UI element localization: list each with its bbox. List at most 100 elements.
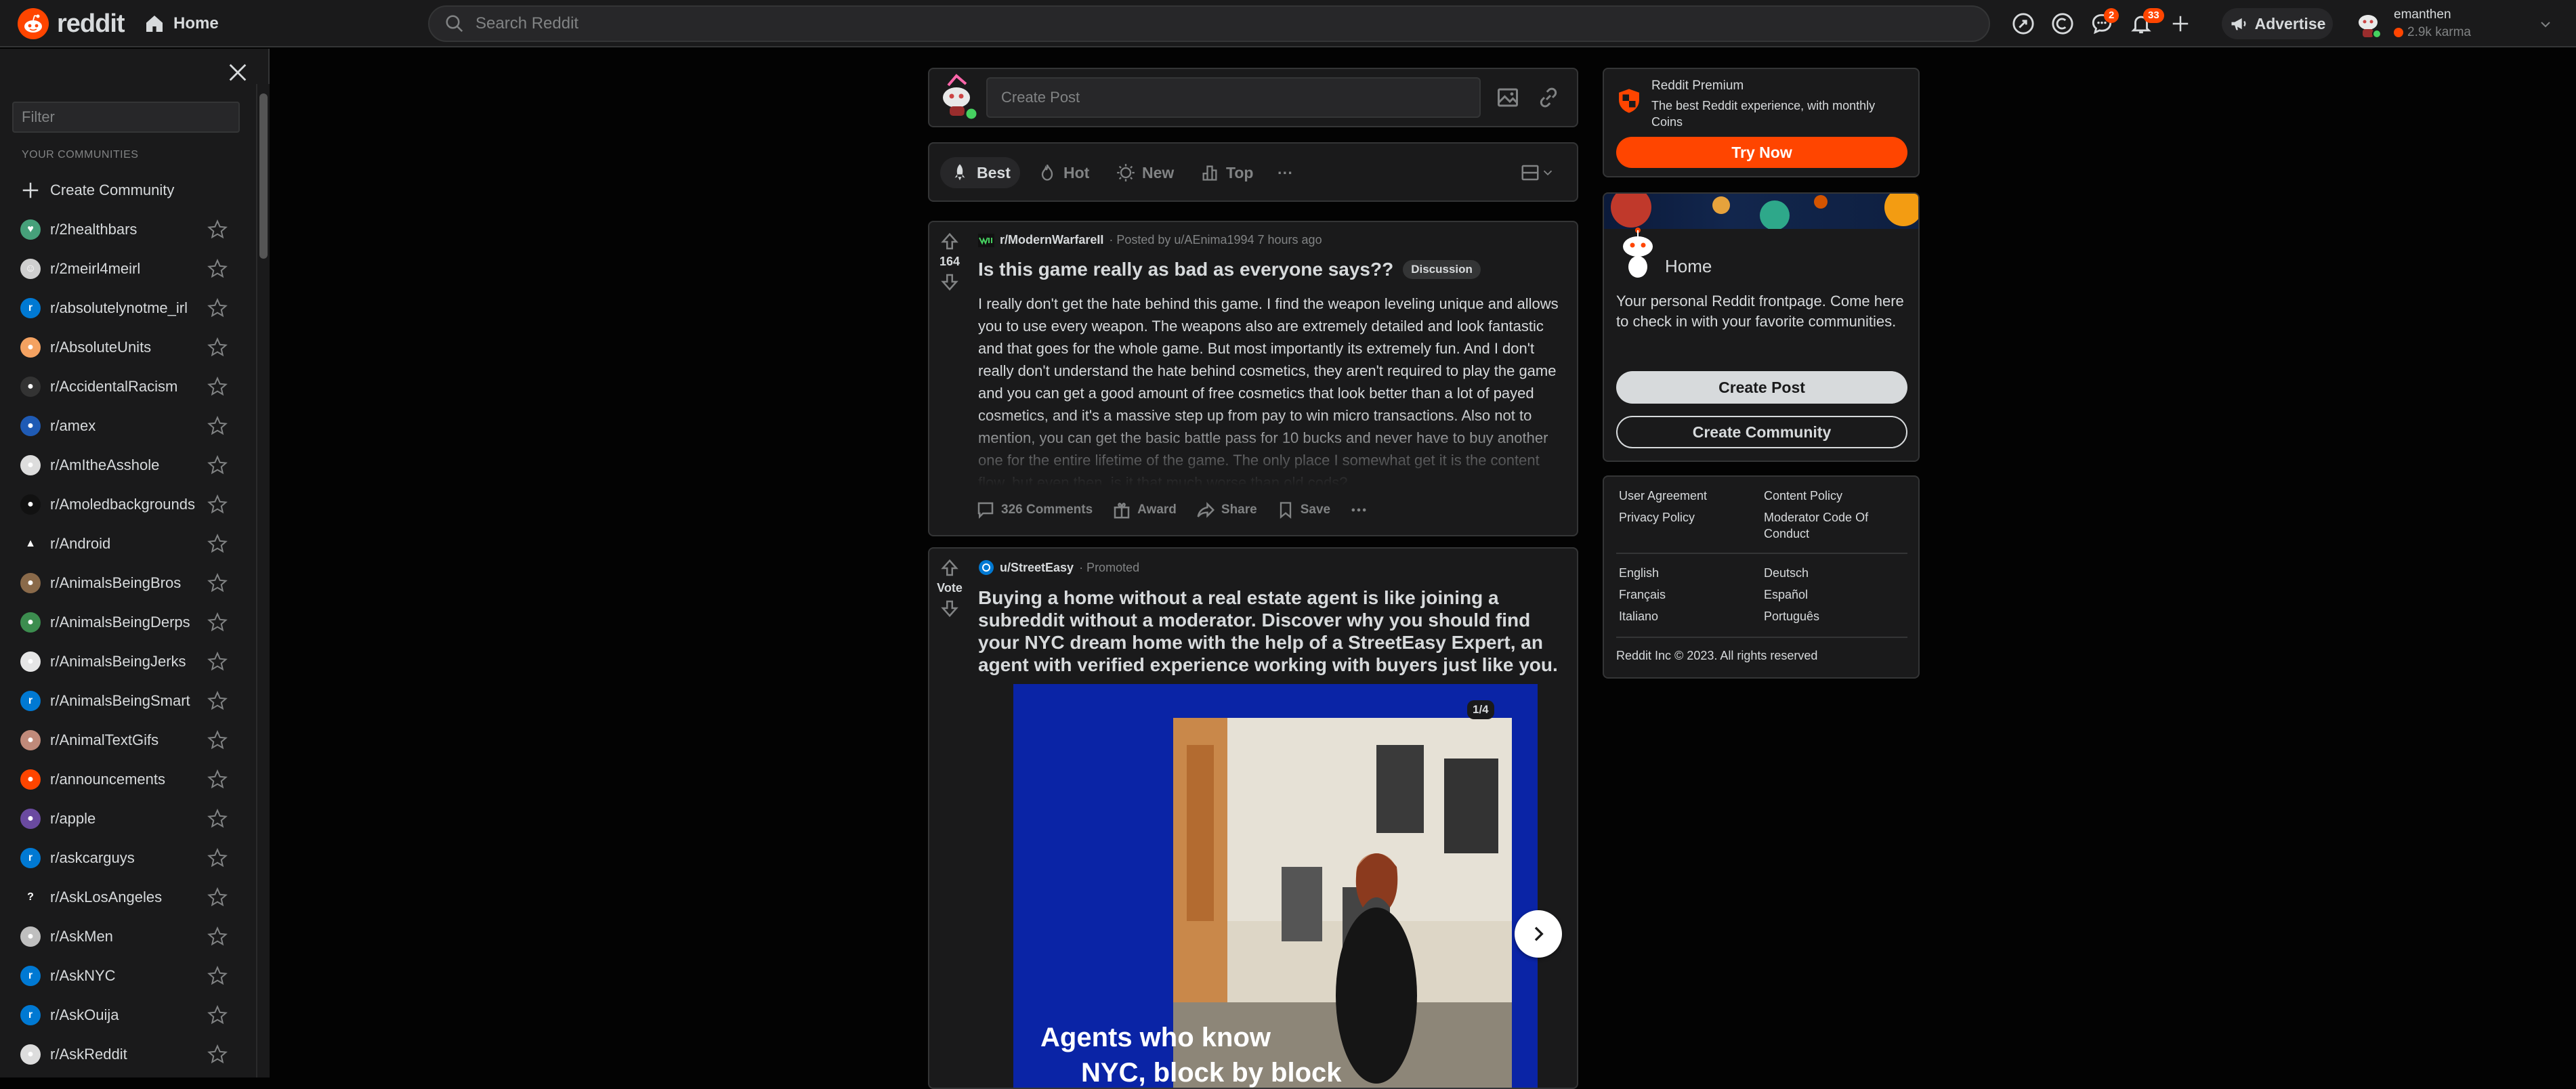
sidebar-community-item[interactable]: ● r/Amoledbackgrounds — [0, 485, 252, 524]
promoted-post-card[interactable]: Vote u/StreetEasy · Promoted Buying a ho… — [928, 547, 1578, 1089]
star-icon[interactable] — [207, 691, 228, 711]
upvote-icon[interactable] — [939, 558, 960, 578]
advertise-button[interactable]: Advertise — [2222, 8, 2333, 39]
sidebar-community-item[interactable]: ☺ r/2meirl4meirl — [0, 249, 252, 289]
sort-new-button[interactable]: New — [1107, 157, 1183, 188]
star-icon[interactable] — [207, 966, 228, 986]
sidebar-community-item[interactable]: ● r/AnimalsBeingDerps — [0, 603, 252, 642]
sidebar-community-item[interactable]: ♥ r/2healthbars — [0, 210, 252, 249]
sidebar-community-item[interactable]: r r/AskNYC — [0, 956, 252, 996]
star-icon[interactable] — [207, 612, 228, 633]
create-community-link[interactable]: Create Community — [0, 171, 252, 210]
lang-italiano[interactable]: Italiano — [1619, 608, 1658, 624]
user-menu[interactable]: emanthen 2.9k karma — [2355, 4, 2564, 43]
sidebar-community-item[interactable]: ● r/AskMen — [0, 917, 252, 956]
post-title[interactable]: Buying a home without a real estate agen… — [978, 586, 1561, 676]
create-post-button[interactable]: Create Post — [1616, 371, 1907, 404]
star-icon[interactable] — [207, 377, 228, 397]
post-flair[interactable]: Discussion — [1403, 260, 1481, 279]
scrollbar-thumb[interactable] — [259, 93, 268, 259]
downvote-icon[interactable] — [939, 272, 960, 292]
star-icon[interactable] — [207, 809, 228, 829]
sort-best-button[interactable]: Best — [940, 157, 1020, 188]
post-card[interactable]: 164 r/ModernWarfareII · Posted by u/AEni… — [928, 221, 1578, 536]
lang-francais[interactable]: Français — [1619, 586, 1666, 603]
star-icon[interactable] — [207, 219, 228, 240]
star-icon[interactable] — [207, 494, 228, 515]
award-button[interactable]: Award — [1112, 500, 1177, 520]
subreddit-link[interactable]: r/ModernWarfareII — [1000, 233, 1103, 247]
sidebar-community-item[interactable]: ● r/amex — [0, 406, 252, 446]
star-icon[interactable] — [207, 730, 228, 750]
star-icon[interactable] — [207, 848, 228, 868]
star-icon[interactable] — [207, 1005, 228, 1025]
post-title[interactable]: Is this game really as bad as everyone s… — [978, 259, 1393, 280]
try-now-button[interactable]: Try Now — [1616, 137, 1907, 168]
sidebar-community-item[interactable]: r r/AnimalsBeingSmart — [0, 681, 252, 721]
sidebar-community-item[interactable]: ● r/announcements — [0, 760, 252, 799]
advertiser-link[interactable]: u/StreetEasy — [1000, 561, 1074, 575]
chat-button[interactable]: 2 — [2086, 8, 2119, 39]
sort-hot-button[interactable]: Hot — [1028, 157, 1099, 188]
popular-button[interactable] — [2008, 8, 2039, 39]
sidebar-community-item[interactable]: ● r/AnimalsBeingJerks — [0, 642, 252, 681]
sidebar-community-item[interactable]: ● r/AccidentalRacism — [0, 367, 252, 406]
sidebar-community-item[interactable]: ● r/apple — [0, 799, 252, 838]
sidebar-scrollbar[interactable] — [256, 84, 270, 1077]
star-icon[interactable] — [207, 573, 228, 593]
image-carousel[interactable]: Agents who know NYC, block by block — [1013, 684, 1538, 1088]
user-agreement-link[interactable]: User Agreement — [1619, 488, 1707, 504]
lang-english[interactable]: English — [1619, 565, 1659, 581]
privacy-policy-link[interactable]: Privacy Policy — [1619, 509, 1695, 526]
star-icon[interactable] — [207, 416, 228, 436]
lang-deutsch[interactable]: Deutsch — [1764, 565, 1809, 581]
create-post-input[interactable] — [986, 77, 1481, 118]
create-post-button[interactable] — [2165, 8, 2196, 39]
sort-more-button[interactable]: ··· — [1268, 157, 1303, 188]
sidebar-community-item[interactable]: ● r/AbsoluteUnits — [0, 328, 252, 367]
star-icon[interactable] — [207, 769, 228, 790]
sidebar-community-item[interactable]: r r/absolutelynotme_irl — [0, 289, 252, 328]
lang-portugues[interactable]: Português — [1764, 608, 1819, 624]
save-button[interactable]: Save — [1276, 500, 1330, 519]
sidebar-community-item[interactable]: ● r/AskReddit — [0, 1035, 252, 1074]
share-button[interactable]: Share — [1196, 500, 1257, 520]
star-icon[interactable] — [207, 298, 228, 318]
home-dropdown[interactable]: Home — [144, 9, 219, 38]
carousel-next-button[interactable] — [1515, 910, 1562, 958]
create-community-button[interactable]: Create Community — [1616, 416, 1907, 448]
sort-top-button[interactable]: Top — [1191, 157, 1263, 188]
sidebar-community-item[interactable]: ● r/AmItheAsshole — [0, 446, 252, 485]
lang-espanol[interactable]: Español — [1764, 586, 1808, 603]
star-icon[interactable] — [207, 455, 228, 475]
sidebar-community-item[interactable]: ? r/AskLosAngeles — [0, 878, 252, 917]
comments-button[interactable]: 326 Comments — [975, 500, 1093, 520]
link-icon[interactable] — [1536, 85, 1561, 110]
star-icon[interactable] — [207, 534, 228, 554]
filter-input[interactable] — [12, 102, 240, 133]
star-icon[interactable] — [207, 887, 228, 908]
star-icon[interactable] — [207, 259, 228, 279]
star-icon[interactable] — [207, 652, 228, 672]
sidebar-community-item[interactable]: ▲ r/Android — [0, 524, 252, 563]
coins-button[interactable] — [2047, 8, 2078, 39]
moderator-code-link[interactable]: Moderator Code Of Conduct — [1764, 509, 1899, 542]
star-icon[interactable] — [207, 1044, 228, 1065]
content-policy-link[interactable]: Content Policy — [1764, 488, 1842, 504]
star-icon[interactable] — [207, 337, 228, 358]
more-options-button[interactable] — [1349, 500, 1374, 519]
search-input[interactable] — [476, 14, 1830, 33]
search-bar[interactable] — [428, 5, 1990, 42]
reddit-logo[interactable]: reddit — [18, 8, 125, 39]
sidebar-community-item[interactable]: ● r/AnimalTextGifs — [0, 721, 252, 760]
image-upload-icon[interactable] — [1496, 85, 1520, 110]
downvote-icon[interactable] — [939, 598, 960, 618]
layout-toggle[interactable] — [1520, 163, 1555, 183]
sidebar-community-item[interactable]: r r/AskOuija — [0, 996, 252, 1035]
close-icon[interactable] — [226, 61, 249, 84]
notifications-button[interactable]: 33 — [2126, 8, 2164, 39]
upvote-icon[interactable] — [939, 232, 960, 252]
sidebar-community-item[interactable]: r r/askcarguys — [0, 838, 252, 878]
star-icon[interactable] — [207, 926, 228, 947]
sidebar-community-item[interactable]: ● r/AnimalsBeingBros — [0, 563, 252, 603]
